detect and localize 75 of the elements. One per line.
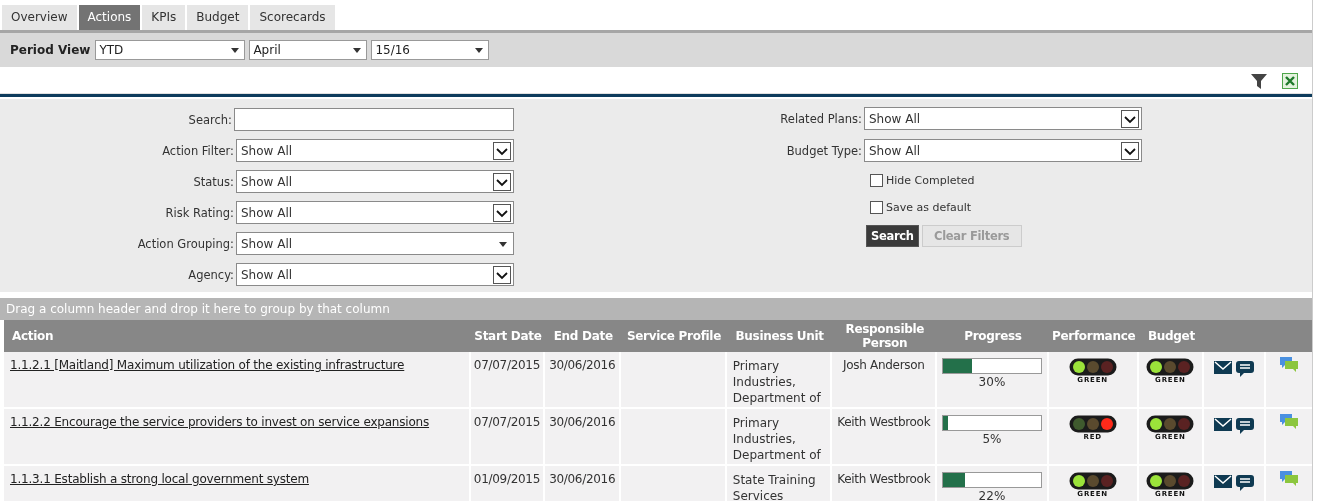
column-header[interactable]: Service Profile: [621, 329, 727, 343]
table-cell-text: State Training Services: [732, 472, 817, 501]
tab[interactable]: KPIs: [142, 5, 186, 30]
dropdown[interactable]: Show All: [864, 139, 1142, 162]
envelope-icon[interactable]: [1214, 418, 1233, 431]
field-label: Status:: [193, 174, 234, 189]
column-header[interactable]: Action: [4, 329, 471, 343]
checkbox[interactable]: [870, 173, 883, 187]
tab[interactable]: Actions: [78, 5, 141, 30]
column-header[interactable]: Business Unit: [726, 329, 833, 343]
table-cell: Keith Westbrook: [832, 466, 938, 501]
column-header[interactable]: Responsible Person: [832, 322, 938, 350]
column-header[interactable]: Performance: [1048, 329, 1139, 343]
period-dropdown[interactable]: YTD: [95, 40, 246, 60]
field-label: Risk Rating:: [165, 205, 234, 220]
group-panel: Drag a column header and drop it here to group by that column: [0, 298, 1312, 320]
table-cell: 30/06/2016: [545, 409, 622, 464]
envelope-icon[interactable]: [1214, 475, 1233, 488]
progress-text: 30%: [978, 375, 1006, 389]
table-cell-text: Primary Industries, Department of: [732, 415, 822, 463]
spreadsheet-icon[interactable]: [1282, 72, 1298, 89]
checkbox-label: Hide Completed: [886, 173, 975, 187]
comment-icon[interactable]: [1236, 418, 1255, 435]
chat-bubbles-icon[interactable]: [1280, 471, 1299, 487]
chevron-icon[interactable]: [1121, 141, 1139, 160]
column-header[interactable]: Start Date: [470, 329, 546, 343]
dropdown[interactable]: Show All: [864, 107, 1142, 130]
field-label: Action Grouping:: [137, 236, 234, 251]
chat-bubbles-icon[interactable]: [1280, 357, 1299, 373]
checkbox-label: Save as default: [886, 200, 972, 214]
table-cell: 01/09/2015: [470, 466, 546, 501]
chevron-icon[interactable]: [493, 172, 511, 191]
dropdown[interactable]: Show All: [236, 170, 514, 193]
progress-text: 22%: [978, 489, 1006, 501]
action-link[interactable]: 1.1.3.1 Establish a strong local government system: [10, 472, 309, 486]
tab[interactable]: Scorecards: [250, 5, 335, 30]
search-button[interactable]: Search: [866, 225, 919, 247]
period-dropdown[interactable]: 15/16: [371, 40, 490, 60]
table-cell: Josh Anderson: [832, 352, 938, 407]
action-link[interactable]: 1.1.2.2 Encourage the service providers to invest on service expansions: [10, 415, 430, 429]
comment-icon[interactable]: [1236, 361, 1255, 378]
dropdown[interactable]: Show All: [236, 232, 514, 255]
table-cell: 30/06/2016: [545, 352, 622, 407]
period-dropdown[interactable]: April: [249, 40, 368, 60]
chevron-icon[interactable]: [493, 141, 511, 160]
search-field[interactable]: [234, 108, 514, 131]
dropdown[interactable]: Show All: [236, 201, 514, 224]
column-header[interactable]: Budget: [1138, 329, 1205, 343]
dropdown[interactable]: Show All: [236, 263, 514, 286]
filter-icon[interactable]: [1250, 71, 1268, 90]
field-label: Search:: [188, 112, 232, 127]
tab[interactable]: Budget: [187, 5, 249, 30]
checkbox[interactable]: [870, 200, 883, 214]
envelope-icon[interactable]: [1214, 361, 1233, 374]
table-cell: 07/07/2015: [470, 409, 546, 464]
table-cell-text: Primary Industries, Department of: [732, 358, 822, 406]
dropdown[interactable]: Show All: [236, 139, 514, 162]
chevron-icon[interactable]: [493, 265, 511, 284]
chevron-icon[interactable]: [1121, 109, 1139, 128]
chat-bubbles-icon[interactable]: [1280, 414, 1299, 430]
chevron-icon[interactable]: [493, 203, 511, 222]
action-link[interactable]: 1.1.2.1 [Maitland] Maximum utilization of the existing infrastructure: [10, 358, 405, 372]
column-header[interactable]: End Date: [545, 329, 622, 343]
field-label: Related Plans:: [780, 111, 862, 126]
tab[interactable]: Overview: [2, 5, 77, 30]
progress-text: 5%: [982, 432, 1002, 446]
comment-icon[interactable]: [1236, 475, 1255, 492]
table-cell: 07/07/2015: [470, 352, 546, 407]
table-cell: Keith Westbrook: [832, 409, 938, 464]
column-header[interactable]: Progress: [937, 329, 1049, 343]
field-label: Agency:: [188, 267, 234, 282]
period-view-label: Period View: [10, 43, 91, 57]
table-cell: 30/06/2016: [545, 466, 622, 501]
field-label: Action Filter:: [162, 143, 234, 158]
field-label: Budget Type:: [786, 143, 862, 158]
